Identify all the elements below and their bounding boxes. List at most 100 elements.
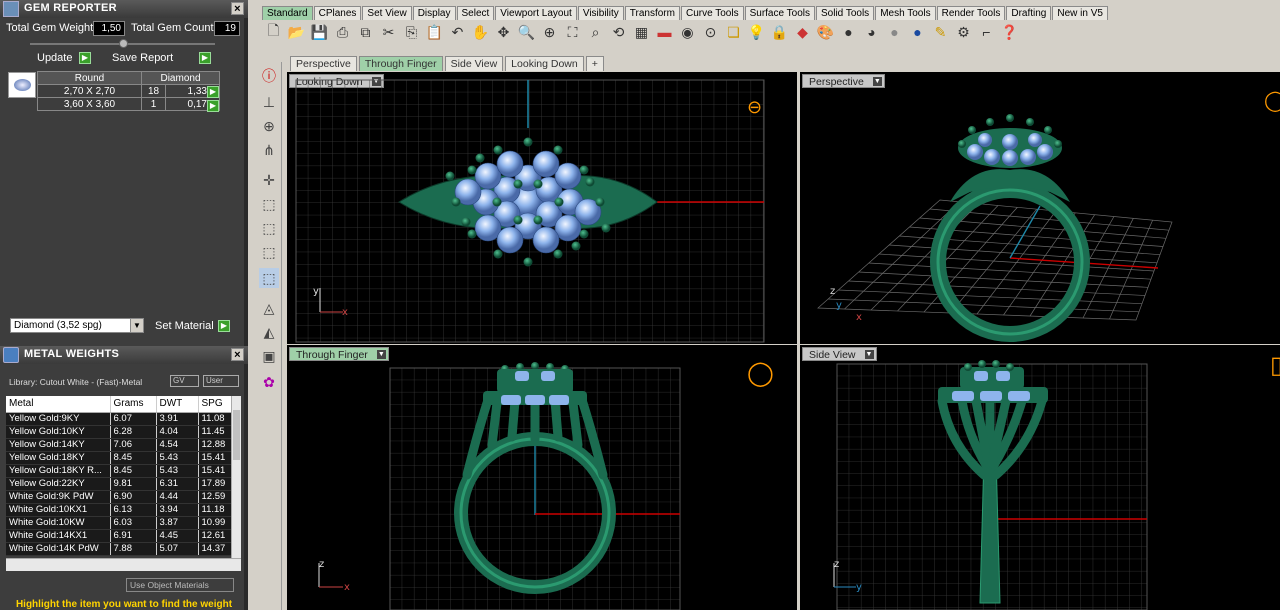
blue-sphere-icon[interactable]: ● [906, 22, 929, 42]
zoom-extents-icon[interactable]: ⛶ [561, 22, 584, 42]
add-tab-icon[interactable]: + [585, 56, 604, 71]
new-file-icon[interactable]: 🗋 [262, 22, 285, 42]
undo-icon[interactable]: ↶ [446, 22, 469, 42]
save-icon[interactable]: 💾 [308, 22, 331, 42]
osnap-icon[interactable]: ◉ [676, 22, 699, 42]
tab-solid-tools[interactable]: Solid Tools [816, 6, 875, 20]
tab-set-view[interactable]: Set View [362, 6, 412, 20]
copy-icon[interactable]: ⎘ [400, 22, 423, 42]
tab-transform[interactable]: Transform [624, 6, 680, 20]
move-icon[interactable]: ✥ [492, 22, 515, 42]
viewport-bottom-right[interactable]: Side View ▼ z y ▯ [800, 345, 1280, 610]
tab-render-tools[interactable]: Render Tools [936, 6, 1006, 20]
tab-surface-tools[interactable]: Surface Tools [744, 6, 815, 20]
table-row[interactable]: Yellow Gold:9KY 6.07 3.91 11.08 [6, 412, 236, 426]
table-row[interactable]: White Gold:9K PdW 6.90 4.44 12.59 [6, 490, 236, 504]
tab-cplanes[interactable]: CPlanes [313, 6, 362, 20]
table-row[interactable]: Yellow Gold:14KY 7.06 4.54 12.88 [6, 438, 236, 452]
table-row[interactable]: White Gold:10KW 6.03 3.87 10.99 [6, 516, 236, 530]
tab-curve-tools[interactable]: Curve Tools [680, 6, 744, 20]
user-button[interactable]: User [203, 375, 239, 387]
dimension-icon[interactable]: ⌐ [975, 22, 998, 42]
gem-tool2-icon[interactable]: ◭ [259, 322, 279, 342]
tab-drafting[interactable]: Drafting [1006, 6, 1052, 20]
close-icon[interactable]: × [231, 2, 244, 15]
set-material-button[interactable]: Set Material [155, 320, 214, 332]
tab-select[interactable]: Select [456, 6, 495, 20]
viewport-top-right[interactable]: Perspective ▼ z y x ◯ [800, 72, 1280, 344]
table-row[interactable]: White Gold:10KX1 6.13 3.94 11.18 [6, 503, 236, 517]
update-go-icon[interactable]: ▶ [79, 52, 91, 64]
zoom-selected-icon[interactable]: ⌕ [584, 22, 607, 42]
open-folder-icon[interactable]: 📂 [285, 22, 308, 42]
tab-display[interactable]: Display [412, 6, 456, 20]
color-wheel-icon[interactable]: 🎨 [814, 22, 837, 42]
rendered-sphere-icon[interactable]: ◕ [860, 22, 883, 42]
table-row[interactable]: Yellow Gold:18KY 8.45 5.43 15.41 [6, 451, 236, 465]
box-top-icon[interactable]: ⬚ [259, 268, 279, 288]
save-report-go-icon[interactable]: ▶ [199, 52, 211, 64]
gem-tool-icon[interactable]: ◬ [259, 298, 279, 318]
box-icon[interactable]: ⬚ [259, 194, 279, 214]
box-side-icon[interactable]: ⬚ [259, 242, 279, 262]
light-bulb-icon[interactable]: 💡 [745, 22, 768, 42]
car-icon[interactable]: ▬ [653, 22, 676, 42]
tab-standard[interactable]: Standard [262, 6, 313, 20]
zoom-icon[interactable]: 🔍 [515, 22, 538, 42]
table-row[interactable]: Yellow Gold:10KY 6.28 4.04 11.45 [6, 425, 236, 439]
export-icon[interactable]: ⧉ [354, 22, 377, 42]
globe-icon[interactable]: ⊕ [259, 116, 279, 136]
cut-icon[interactable]: ✂ [377, 22, 400, 42]
update-button[interactable]: Update [37, 52, 72, 64]
nodes-icon[interactable]: ⋔ [259, 140, 279, 160]
pan-hand-icon[interactable]: ✋ [469, 22, 492, 42]
layers-icon[interactable]: ❏ [722, 22, 745, 42]
gumball-icon[interactable]: ✛ [259, 170, 279, 190]
set-material-go-icon[interactable]: ▶ [218, 320, 230, 332]
gv-button[interactable]: GV [170, 375, 199, 387]
zoom-window-icon[interactable]: ⊕ [538, 22, 561, 42]
pencil-icon[interactable]: ✎ [929, 22, 952, 42]
paste-icon[interactable]: 📋 [423, 22, 446, 42]
point-icon[interactable]: ⊙ [699, 22, 722, 42]
table-row[interactable]: 3,60 X 3,60 1 0,17tw [37, 97, 220, 111]
viewport-tab-through-finger[interactable]: Through Finger [358, 56, 443, 71]
close-icon[interactable]: × [231, 348, 244, 361]
print-icon[interactable]: ⎙ [331, 22, 354, 42]
help-icon[interactable]: ❓ [998, 22, 1021, 42]
viewport-tab-side-view[interactable]: Side View [444, 56, 504, 71]
box-front-icon[interactable]: ⬚ [259, 218, 279, 238]
chevron-down-icon[interactable]: ▼ [130, 319, 143, 332]
lock-icon[interactable]: 🔒 [768, 22, 791, 42]
save-report-button[interactable]: Save Report [112, 52, 173, 64]
slider-thumb[interactable] [119, 39, 128, 48]
vertical-scrollbar[interactable] [231, 396, 241, 558]
shaded-sphere-icon[interactable]: ● [837, 22, 860, 42]
white-sphere-icon[interactable]: ● [883, 22, 906, 42]
table-row[interactable]: 2,70 X 2,70 18 1,33tw [37, 84, 220, 98]
row-go-icon[interactable]: ▶ [207, 86, 219, 98]
tab-new-in-v5[interactable]: New in V5 [1052, 6, 1108, 20]
viewport-top-left[interactable]: Looking Down▼ y x ⊖ [287, 72, 797, 344]
info-icon[interactable]: ⓘ [259, 66, 279, 86]
material-icon[interactable]: ◆ [791, 22, 814, 42]
axis-icon[interactable]: ⊥ [259, 92, 279, 112]
gear-icon[interactable]: ⚙ [952, 22, 975, 42]
use-object-materials-button[interactable]: Use Object Materials [126, 578, 234, 592]
table-row[interactable]: White Gold:14K PdW 7.88 5.07 14.37 [6, 542, 236, 556]
table-row[interactable]: Yellow Gold:18KY R... 8.45 5.43 15.41 [6, 464, 236, 478]
horizontal-scrollbar[interactable] [6, 558, 241, 571]
tab-visibility[interactable]: Visibility [577, 6, 624, 20]
grid-icon[interactable]: ▦ [630, 22, 653, 42]
table-row[interactable]: White Gold:14KX1 6.91 4.45 12.61 [6, 529, 236, 543]
flower-icon[interactable]: ✿ [259, 372, 279, 392]
viewport-bottom-left[interactable]: Through Finger ▼ z x ◯ [287, 345, 797, 610]
viewport-tab-looking-down[interactable]: Looking Down [505, 56, 584, 71]
viewport-tab-perspective[interactable]: Perspective [290, 56, 357, 71]
cube-grid-icon[interactable]: ▣ [259, 346, 279, 366]
undo-view-icon[interactable]: ⟲ [607, 22, 630, 42]
tab-mesh-tools[interactable]: Mesh Tools [875, 6, 936, 20]
material-select[interactable]: Diamond (3,52 spg) ▼ [10, 318, 144, 333]
row-go-icon[interactable]: ▶ [207, 100, 219, 112]
tab-viewport-layout[interactable]: Viewport Layout [495, 6, 577, 20]
